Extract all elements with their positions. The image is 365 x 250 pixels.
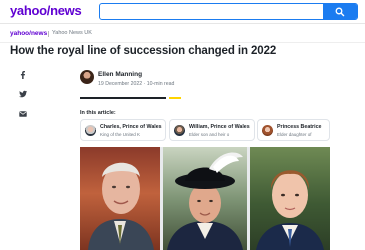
search-button[interactable] xyxy=(323,4,357,19)
entity-card-beatrice[interactable]: Princess Beatrice Elder daughter of xyxy=(257,119,330,141)
author-avatar[interactable] xyxy=(80,70,94,84)
article-date: 19 December 2022 · 10-min read xyxy=(98,81,175,87)
section-bar: yahoo/news Yahoo News UK xyxy=(0,25,365,43)
yahoo-news-sublogo[interactable]: yahoo/news xyxy=(10,30,47,37)
accent-divider xyxy=(169,97,181,99)
photo-panel-george xyxy=(250,147,330,250)
avatar xyxy=(85,125,96,136)
progress-divider xyxy=(80,97,166,99)
entity-description: King of the United K xyxy=(100,132,141,137)
author-name[interactable]: Ellen Manning xyxy=(98,71,142,78)
entity-card-william[interactable]: William, Prince of Wales Elder son and h… xyxy=(169,119,255,141)
section-divider xyxy=(48,31,49,37)
avatar xyxy=(174,125,185,136)
article-hero-image[interactable] xyxy=(80,147,330,250)
yahoo-news-logo[interactable]: yahoo/news xyxy=(10,3,82,18)
article-headline: How the royal line of succession changed… xyxy=(10,45,277,57)
entity-name: William, Prince of Wales xyxy=(189,124,250,130)
search-icon xyxy=(335,7,345,17)
entity-description: Elder daughter of xyxy=(277,132,312,137)
entity-card-charles[interactable]: Charles, Prince of Wales King of the Uni… xyxy=(80,119,166,141)
entity-name: Charles, Prince of Wales xyxy=(100,124,162,130)
search-input[interactable] xyxy=(99,3,358,20)
mail-icon[interactable] xyxy=(19,110,27,118)
in-this-article-label: In this article: xyxy=(80,110,116,116)
entity-description: Elder son and heir o xyxy=(189,132,230,137)
photo-panel-charles xyxy=(80,147,160,250)
avatar xyxy=(262,125,273,136)
entity-name: Princess Beatrice xyxy=(277,124,322,130)
top-bar: yahoo/news xyxy=(0,0,365,24)
twitter-icon[interactable] xyxy=(19,90,27,98)
photo-panel-william xyxy=(163,147,247,250)
section-link[interactable]: Yahoo News UK xyxy=(52,30,92,36)
facebook-icon[interactable] xyxy=(19,71,27,79)
